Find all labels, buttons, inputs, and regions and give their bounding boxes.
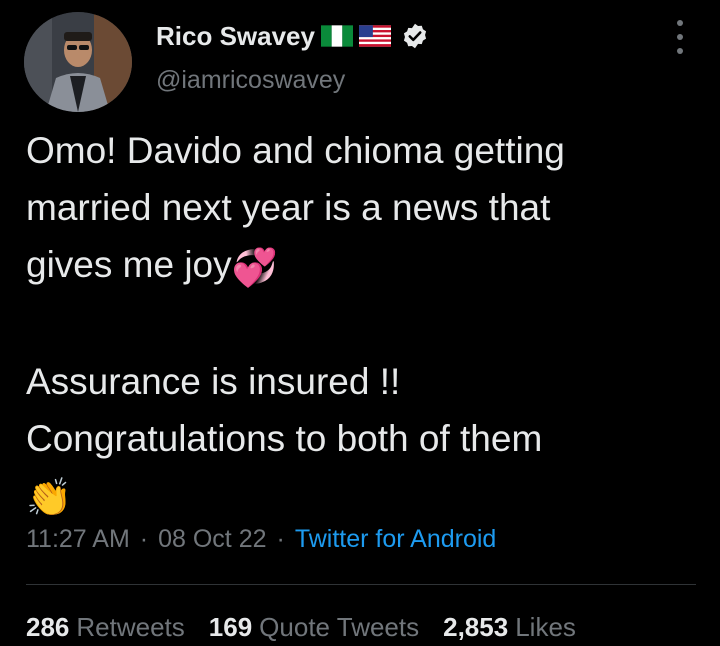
tweet-blank-line <box>26 296 706 353</box>
name-row: Rico Swavey <box>156 18 429 54</box>
user-handle[interactable]: @iamricoswavey <box>156 66 345 95</box>
quote-tweets-stat[interactable]: 169 Quote Tweets <box>209 612 419 643</box>
tweet-stats: 286 Retweets 169 Quote Tweets 2,853 Likes <box>26 612 576 643</box>
tweet-source-link[interactable]: Twitter for Android <box>295 525 496 554</box>
tweet-line: gives me joy💞 <box>26 236 706 296</box>
more-options-icon[interactable] <box>668 20 692 54</box>
retweets-stat[interactable]: 286 Retweets <box>26 612 185 643</box>
tweet-text: Omo! Davido and chioma getting married n… <box>26 122 706 526</box>
nigeria-flag-icon <box>320 25 353 47</box>
verified-badge-icon <box>401 22 429 50</box>
tweet-line: married next year is a news that <box>26 187 551 228</box>
usa-flag-icon <box>358 25 391 47</box>
retweets-label: Retweets <box>76 612 185 642</box>
tweet-line: Congratulations to both of them <box>26 417 543 459</box>
retweets-count: 286 <box>26 612 70 642</box>
divider <box>26 584 696 585</box>
likes-label: Likes <box>515 612 576 642</box>
avatar-image <box>24 12 132 112</box>
revolving-hearts-emoji: 💞 <box>231 246 278 288</box>
clapping-hands-emoji: 👏 <box>26 477 73 519</box>
meta-separator: · <box>276 525 285 553</box>
meta-separator: · <box>139 525 149 553</box>
quote-tweets-count: 169 <box>208 612 253 642</box>
likes-stat[interactable]: 2,853 Likes <box>443 612 576 643</box>
avatar[interactable] <box>24 12 132 112</box>
tweet-line: 👏 <box>26 467 706 527</box>
tweet-line-text: gives me joy <box>26 244 232 285</box>
tweet-time[interactable]: 11:27 AM <box>26 525 130 554</box>
tweet-date[interactable]: 08 Oct 22 <box>158 525 266 554</box>
tweet-line: Assurance is insured !! <box>26 360 401 402</box>
display-name[interactable]: Rico Swavey <box>156 21 315 52</box>
tweet-meta: 11:27 AM · 08 Oct 22 · Twitter for Andro… <box>26 525 496 554</box>
quote-tweets-label: Quote Tweets <box>259 612 420 642</box>
likes-count: 2,853 <box>443 612 509 642</box>
tweet-line: Omo! Davido and chioma getting <box>26 130 565 171</box>
